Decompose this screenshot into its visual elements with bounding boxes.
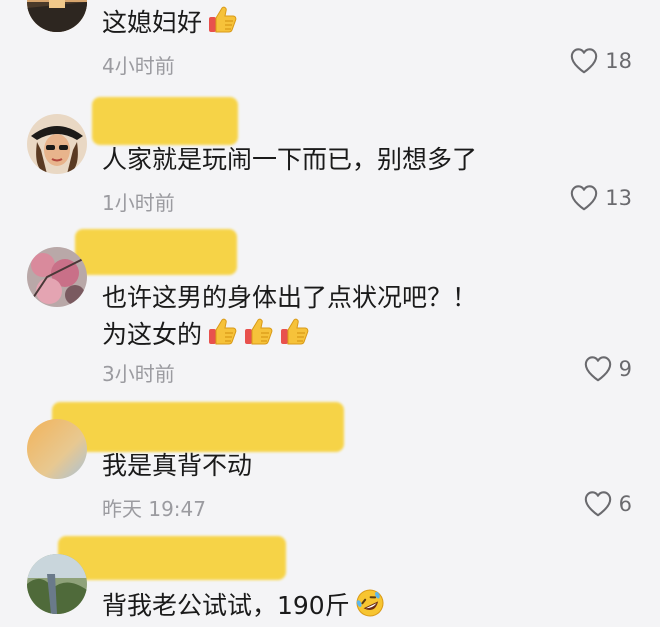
avatar[interactable]	[27, 114, 87, 174]
comment-text: 背我老公试试，190斤	[102, 587, 386, 624]
comment-item: 人家就是玩闹一下而已，别想多了 1小时前 13	[0, 95, 660, 225]
comment-time: 1小时前	[102, 191, 175, 215]
avatar[interactable]	[27, 419, 87, 479]
comment-time: 3小时前	[102, 362, 175, 386]
comment-text: 人家就是玩闹一下而已，别想多了	[102, 145, 478, 174]
like-button[interactable]: 13	[569, 183, 632, 213]
comment-item: 也许这男的身体出了点状况吧？！ 为这女的 3小时前 9	[0, 225, 660, 395]
comment-time: 4小时前	[102, 54, 175, 78]
like-count: 6	[618, 492, 632, 516]
comment-text-line: 也许这男的身体出了点状况吧？！	[102, 283, 478, 312]
rolling-laughing-emoji-icon	[354, 587, 386, 619]
like-count: 18	[605, 49, 632, 73]
heart-outline-icon	[569, 183, 599, 213]
comment-text: 也许这男的身体出了点状况吧？！ 为这女的	[102, 280, 477, 353]
redacted-username	[92, 97, 238, 145]
comment-text: 我是真背不动	[102, 451, 253, 480]
like-count: 13	[605, 186, 632, 210]
heart-outline-icon	[583, 489, 613, 519]
heart-outline-icon	[569, 46, 599, 76]
thumbs-up-emoji-icon	[278, 316, 310, 348]
thumbs-up-emoji-icon	[206, 4, 238, 36]
comment-item: 这媳妇好 4小时前 18	[0, 0, 660, 88]
comment-text: 这媳妇好	[102, 4, 238, 41]
thumbs-up-emoji-icon	[206, 316, 238, 348]
redacted-username	[52, 402, 344, 452]
redacted-username	[75, 229, 237, 275]
redacted-username	[58, 536, 286, 580]
like-count: 9	[618, 357, 632, 381]
heart-outline-icon	[583, 354, 613, 384]
avatar[interactable]	[27, 247, 87, 307]
thumbs-up-emoji-icon	[242, 316, 274, 348]
comment-text-line: 为这女的	[102, 316, 477, 353]
like-button[interactable]: 6	[583, 489, 632, 519]
comment-list: 这媳妇好 4小时前 18 人家就是玩闹一下而已，别想多了 1小时前 13 也许这…	[0, 0, 660, 627]
comment-time: 昨天 19:47	[102, 497, 206, 521]
like-button[interactable]: 18	[569, 46, 632, 76]
like-button[interactable]: 9	[583, 354, 632, 384]
comment-item: 背我老公试试，190斤	[0, 530, 660, 627]
comment-item: 我是真背不动 昨天 19:47 6	[0, 395, 660, 530]
avatar[interactable]	[27, 0, 87, 32]
avatar[interactable]	[27, 554, 87, 614]
